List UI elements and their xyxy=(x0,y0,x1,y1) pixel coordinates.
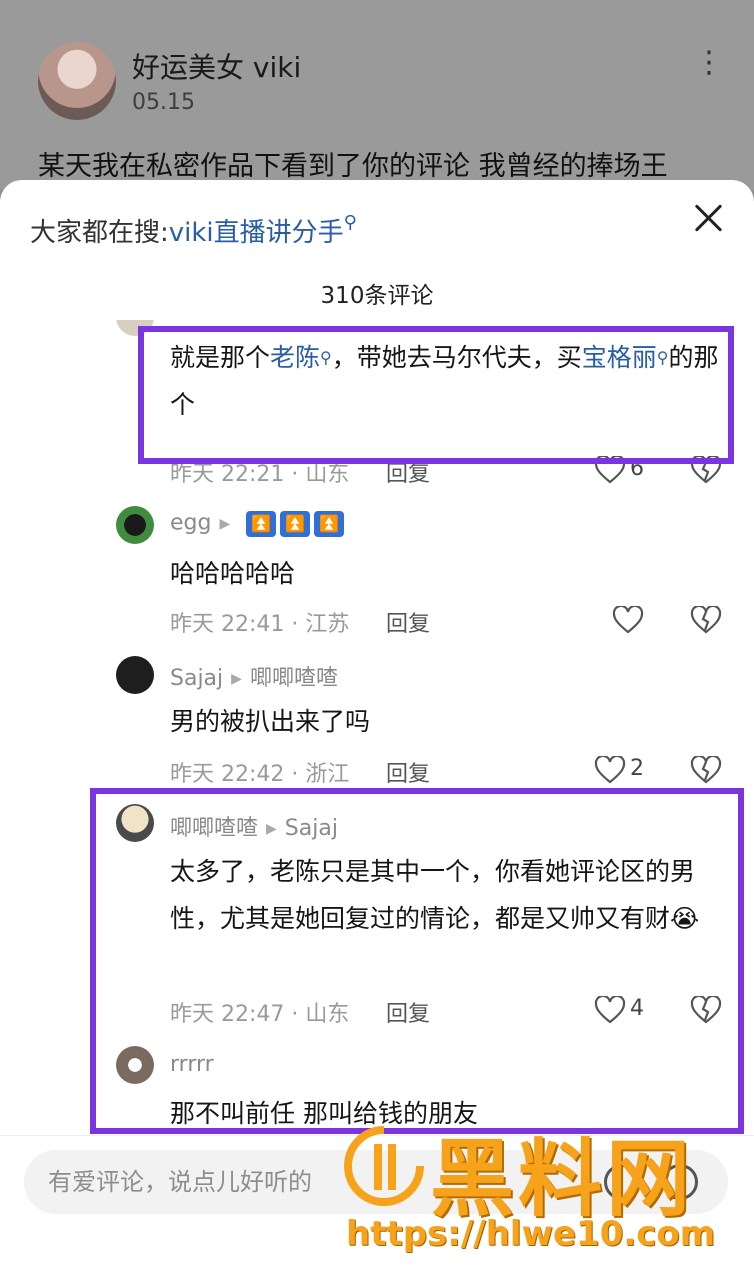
reply-button[interactable]: 回复 xyxy=(386,606,430,638)
comment-author[interactable]: egg ▶ ⏫ ⏫ ⏫ xyxy=(170,510,348,537)
comment-author[interactable]: Sajaj ▶ 唧唧喳喳 xyxy=(170,660,338,692)
comment-list[interactable]: 就是那个老陈⚲，带她去马尔代夫，买宝格丽⚲的那个 昨天 22:21 · 山东 回… xyxy=(0,320,754,1135)
highlight-box xyxy=(90,788,744,1134)
like-count: 2 xyxy=(630,756,644,781)
post-date: 05.15 xyxy=(132,90,195,115)
author-name[interactable]: 好运美女 viki xyxy=(132,46,301,86)
hot-search[interactable]: 大家都在搜:viki直播讲分手⚲ xyxy=(30,212,357,249)
hot-search-prefix: 大家都在搜: xyxy=(30,218,169,248)
badge: ⏫ xyxy=(246,511,277,537)
play-icon: ▶ xyxy=(219,515,231,532)
username[interactable]: Sajaj xyxy=(170,666,223,691)
comment-meta: 昨天 22:42 · 浙江 xyxy=(170,762,350,787)
comment-count: 310条评论 xyxy=(320,283,434,309)
reply-to-user[interactable]: 唧唧喳喳 xyxy=(250,666,338,691)
badge-group: ⏫ ⏫ ⏫ xyxy=(246,510,348,537)
avatar[interactable] xyxy=(116,506,154,544)
hot-search-keyword[interactable]: viki直播讲分手 xyxy=(169,218,344,248)
post-header: 好运美女 viki 05.15 ⋮ 某天我在私密作品下看到了你的评论 我曾经的捧… xyxy=(0,0,754,190)
search-icon: ⚲ xyxy=(343,212,357,233)
post-text: 某天我在私密作品下看到了你的评论 我曾经的捧场王 xyxy=(38,151,668,182)
comment-body: 男的被扒出来了吗 xyxy=(170,707,371,736)
close-icon[interactable] xyxy=(690,200,726,236)
watermark-logo xyxy=(344,1126,424,1206)
avatar[interactable] xyxy=(116,656,154,694)
heart-icon[interactable] xyxy=(594,756,626,784)
comment-body: 哈哈哈哈哈 xyxy=(170,559,296,588)
username[interactable]: egg xyxy=(170,511,211,536)
play-icon: ▶ xyxy=(231,671,242,687)
author-avatar[interactable] xyxy=(38,42,116,120)
dislike-icon[interactable] xyxy=(690,606,722,634)
more-options-icon[interactable]: ⋮ xyxy=(694,48,724,78)
badge: ⏫ xyxy=(314,511,345,537)
dislike-icon[interactable] xyxy=(690,756,722,784)
heart-icon[interactable] xyxy=(612,606,644,634)
watermark-url: https://hlwe10.com xyxy=(346,1214,716,1254)
highlight-box xyxy=(138,326,734,464)
reply-button[interactable]: 回复 xyxy=(386,756,430,788)
comment-meta: 昨天 22:41 · 江苏 xyxy=(170,612,350,637)
badge: ⏫ xyxy=(280,511,311,537)
